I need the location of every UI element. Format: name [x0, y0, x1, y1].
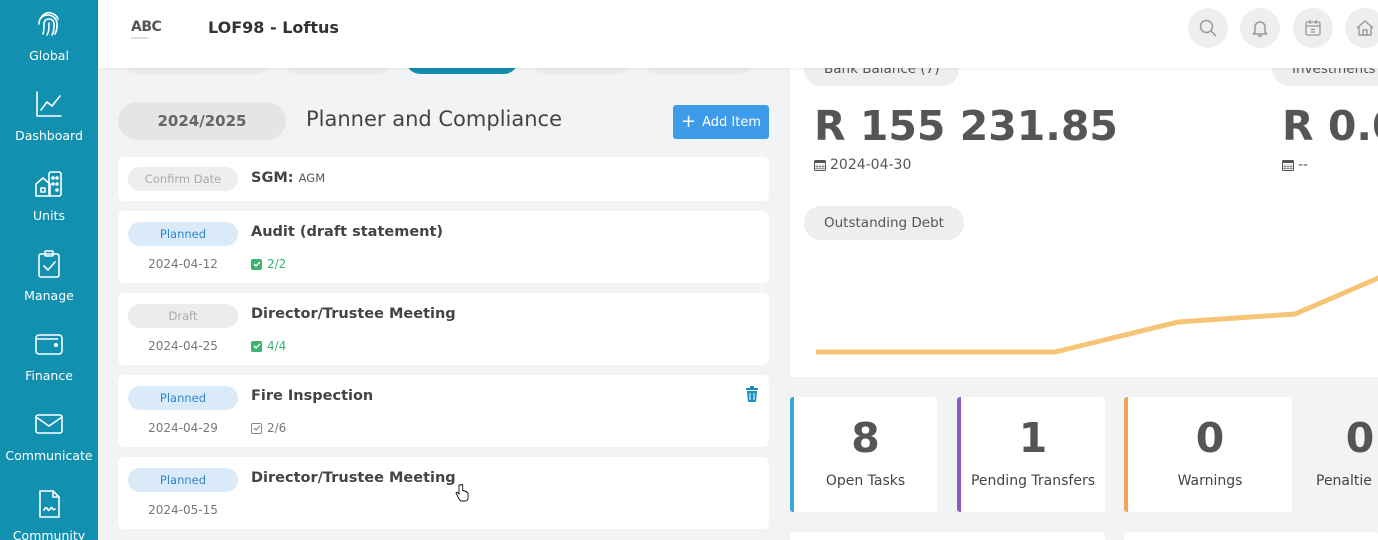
chart-line-icon: [36, 91, 62, 117]
sidebar-item-community[interactable]: Community: [0, 482, 98, 540]
bottom-card: [790, 532, 1105, 540]
item-date: 2024-04-29: [148, 421, 218, 435]
checkbox-checked-icon: [251, 258, 262, 270]
progress-text: 2/2: [267, 257, 287, 271]
checkbox-icon: [251, 422, 262, 434]
stat-label: Pending Transfers: [970, 473, 1095, 489]
search-icon: [1199, 19, 1217, 37]
status-badge: Planned: [128, 222, 238, 246]
planner-title: Planner and Compliance: [306, 107, 563, 131]
planner-item[interactable]: Planned Fire Inspection 2024-04-29 2/6: [118, 375, 769, 447]
sidebar-item-label: Global: [29, 48, 69, 63]
status-badge: Planned: [128, 468, 238, 492]
item-title: Director/Trustee Meeting: [251, 306, 456, 322]
add-item-label: Add Item: [702, 114, 761, 130]
sidebar-item-label: Communicate: [5, 448, 93, 463]
checklist-progress: 2/2: [251, 257, 286, 271]
item-title: Fire Inspection: [251, 388, 374, 404]
sidebar-item-communicate[interactable]: Communicate: [0, 402, 98, 482]
progress-text: 2/6: [267, 421, 287, 435]
sidebar-item-units[interactable]: Units: [0, 162, 98, 242]
search-button[interactable]: [1188, 8, 1228, 48]
stat-label: Warnings: [1177, 473, 1243, 489]
envelope-icon: [35, 414, 63, 434]
item-title-text: SGM:: [251, 170, 294, 186]
bottom-card: [1124, 532, 1378, 540]
stat-warnings[interactable]: 0 Warnings: [1124, 397, 1292, 512]
item-date: 2024-04-25: [148, 339, 218, 353]
notifications-button[interactable]: [1240, 8, 1280, 48]
calendar-icon: [1305, 20, 1321, 36]
item-date: 2024-04-12: [148, 257, 218, 271]
clipboard-check-icon: [38, 250, 60, 278]
planner-item[interactable]: Confirm Date SGM: AGM: [118, 157, 769, 201]
sidebar-item-label: Manage: [24, 288, 74, 303]
checkbox-checked-icon: [251, 340, 262, 352]
item-title: Director/Trustee Meeting: [251, 470, 456, 486]
calendar-button[interactable]: [1293, 8, 1333, 48]
stat-value: 1: [1018, 414, 1048, 462]
sidebar: Global Dashboard Units Manage Finance Co…: [0, 0, 98, 540]
debt-trend-line: [816, 275, 1378, 355]
buildings-icon: [35, 171, 62, 197]
planner-item[interactable]: Planned Audit (draft statement) 2024-04-…: [118, 211, 769, 283]
pointer-cursor-icon: [455, 484, 469, 502]
status-badge: Planned: [128, 386, 238, 410]
stat-label: Open Tasks: [825, 473, 906, 489]
sidebar-item-label: Dashboard: [15, 128, 83, 143]
home-button[interactable]: [1345, 8, 1378, 48]
status-badge: Confirm Date: [128, 167, 238, 191]
item-date: 2024-05-15: [148, 503, 218, 517]
stat-open-tasks[interactable]: 8 Open Tasks: [790, 397, 937, 512]
home-icon: [1356, 20, 1374, 36]
item-title: Audit (draft statement): [251, 224, 444, 240]
stat-value: 0: [1345, 414, 1375, 462]
plus-icon: +: [681, 111, 697, 132]
checklist-progress: 2/6: [251, 421, 286, 435]
item-title: SGM: AGM: [251, 170, 325, 186]
logo-subtext: COMPANY: [131, 36, 150, 40]
status-badge: Draft: [128, 304, 238, 328]
trash-icon[interactable]: [745, 386, 759, 402]
sidebar-item-dashboard[interactable]: Dashboard: [0, 82, 98, 162]
planner-item[interactable]: Draft Director/Trustee Meeting 2024-04-2…: [118, 293, 769, 365]
sidebar-item-finance[interactable]: Finance: [0, 322, 98, 402]
document-icon: [39, 490, 60, 518]
sidebar-item-label: Community: [12, 528, 86, 540]
bell-icon: [1252, 21, 1268, 37]
stat-penalties[interactable]: 0 Penaltie: [1290, 397, 1378, 512]
wallet-icon: [35, 334, 63, 355]
checklist-progress: 4/4: [251, 339, 286, 353]
page-title: LOF98 - Loftus: [208, 18, 339, 37]
stat-label: Penaltie: [1316, 473, 1372, 489]
item-subtitle: AGM: [298, 171, 326, 185]
planner-item[interactable]: Planned Director/Trustee Meeting 2024-05…: [118, 457, 769, 529]
sidebar-item-label: Units: [33, 208, 65, 223]
sidebar-item-global[interactable]: Global: [0, 2, 98, 82]
stat-value: 0: [1195, 414, 1225, 462]
stat-pending-transfers[interactable]: 1 Pending Transfers: [957, 397, 1105, 512]
stat-value: 8: [851, 414, 880, 462]
sidebar-item-manage[interactable]: Manage: [0, 242, 98, 322]
logo-text: ABC: [131, 19, 162, 35]
top-bar: ABC COMPANY LOF98 - Loftus: [98, 0, 1378, 68]
year-selector[interactable]: 2024/2025: [118, 102, 286, 140]
sidebar-item-label: Finance: [25, 368, 73, 383]
finance-summary: Bank Balance (7) Investments R 155 231.8…: [790, 68, 1378, 377]
debt-trend-chart: [816, 275, 1378, 355]
company-logo[interactable]: ABC COMPANY: [131, 18, 162, 40]
add-item-button[interactable]: + Add Item: [673, 105, 769, 139]
fingerprint-icon: [38, 11, 59, 36]
progress-text: 4/4: [267, 339, 287, 353]
